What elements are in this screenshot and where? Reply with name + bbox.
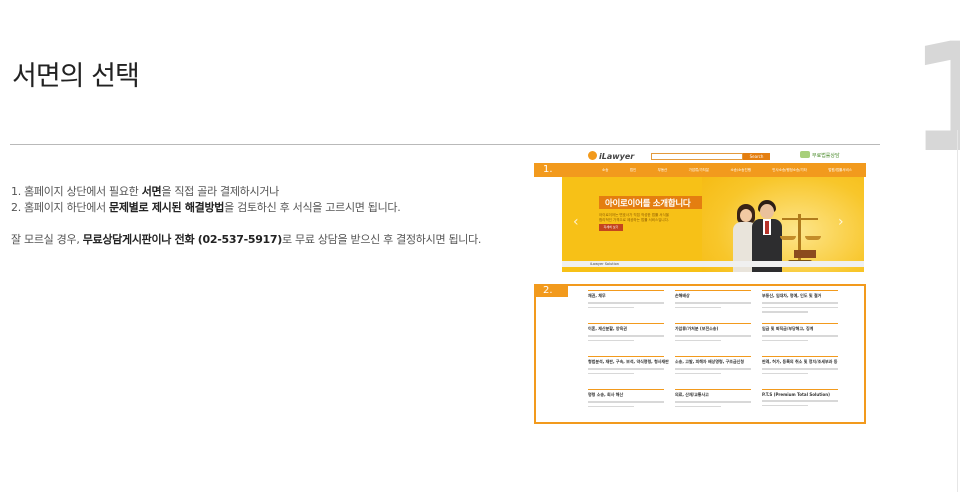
highlight-label-1: 1. — [534, 163, 568, 176]
highlight-frame-2 — [534, 284, 866, 424]
instruction-line-2: 2. 홈페이지 하단에서 문제별로 제시된 해결방법을 검토하신 후 서식을 고… — [11, 201, 401, 214]
mockup-search-button: Search — [743, 153, 770, 160]
consult-icon — [800, 151, 810, 158]
instruction-line-1: 1. 홈페이지 상단에서 필요한 서면을 직접 골라 결제하시거나 — [11, 185, 279, 198]
chevron-right-icon: › — [838, 214, 844, 230]
instructions: 1. 홈페이지 상단에서 필요한 서면을 직접 골라 결제하시거나 2. 홈페이… — [11, 184, 481, 248]
banner-title: 아이로이어를 소개합니다 — [605, 199, 691, 209]
logo-icon — [588, 151, 597, 160]
banner-copy: 합리적인 가격으로 제공하는 법률 서비스입니다. — [599, 218, 669, 222]
solution-label: iLawyer Solution — [590, 262, 619, 266]
highlight-frame-1 — [534, 163, 866, 177]
instruction-line-3: 잘 모르실 경우, 무료상담게시판이나 전화 (02-537-5917)로 무료… — [11, 233, 482, 246]
mockup-logo: iLawyer — [588, 151, 634, 161]
mockup-search-input — [651, 153, 743, 160]
banner-button: 자세히 보기 — [599, 224, 623, 231]
highlight-label-2: 2. — [534, 284, 568, 297]
mockup-header: iLawyer Search 무료법률상담 — [562, 150, 864, 164]
mockup-consult-link: 무료법률상담 — [800, 151, 840, 159]
title-divider — [10, 144, 880, 145]
step-number: 1 — [908, 24, 960, 174]
mockup-banner: 아이로이어를 소개합니다 아이로이어는 변호사가 직접 작성한 법률 서식을 합… — [562, 176, 864, 272]
chevron-left-icon: ‹ — [573, 214, 579, 230]
page-title: 서면의 선택 — [12, 61, 140, 92]
right-divider — [957, 130, 958, 492]
